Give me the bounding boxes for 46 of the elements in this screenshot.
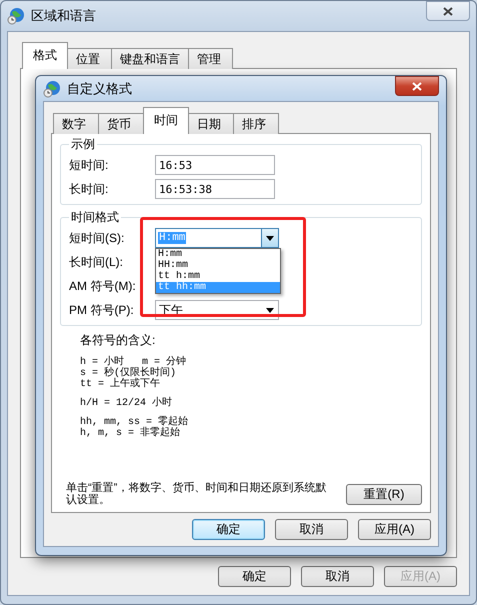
legend-line: h/H = 12/24 小时 [80,398,174,409]
dialog-button[interactable]: 确定 [192,519,265,540]
tab[interactable]: 格式 [22,42,68,69]
tab[interactable]: 位置 [67,48,112,69]
dropdown-option[interactable]: HH:mm [156,260,280,271]
group-title: 示例 [70,136,96,153]
dropdown-option[interactable]: H:mm [156,249,280,260]
tab[interactable]: 键盘和语言 [111,48,189,69]
dialog-title: 自定义格式 [67,80,132,98]
tab[interactable]: 时间 [143,107,189,134]
close-button[interactable] [426,1,470,21]
dialog-button[interactable]: 取消 [301,566,374,587]
field-label: 短时间(S): [69,230,126,246]
tab[interactable]: 排序 [233,113,279,134]
caret-icon [266,236,274,240]
tab[interactable]: 货币 [98,113,144,134]
legend-line: s = 秒(仅限长时间) [80,368,178,379]
close-button[interactable] [395,76,439,96]
close-icon [443,6,453,16]
globe-icon [43,80,61,98]
field-label: 长时间(L): [69,254,124,270]
reset-hint: 单击“重置”，将数字、货币、时间和日期还原到系统默认设置。 [66,482,328,506]
legend-line: hh, mm, ss = 零起始 [80,417,190,428]
legend-line: h = 小时 m = 分钟 [80,357,188,368]
dialog-button[interactable]: 确定 [218,566,291,587]
field-label: 长时间: [69,180,110,198]
legend-line: tt = 上午或下午 [80,379,162,390]
dialog-button[interactable]: 取消 [275,519,348,540]
group-title: 时间格式 [70,209,120,226]
legend-line: h, m, s = 非零起始 [80,428,182,439]
tab[interactable]: 日期 [188,113,234,134]
window-title: 区域和语言 [31,7,96,25]
dialog-button[interactable]: 应用(A) [358,519,431,540]
dropdown-option[interactable]: tt h:mm [156,271,280,282]
globe-icon [7,7,25,25]
legend-title: 各符号的含义: [80,332,156,349]
field-label: AM 符号(M): [69,278,137,294]
reset-button[interactable]: 重置(R) [346,484,422,504]
field-label: PM 符号(P): [69,302,135,318]
field-label: 短时间: [69,156,110,174]
caret-icon [266,308,274,312]
close-icon [412,82,422,90]
tab[interactable]: 管理 [188,48,233,69]
example-field: 16:53 [155,155,275,175]
example-field: 16:53:38 [155,179,275,199]
tab[interactable]: 数字 [53,113,99,134]
